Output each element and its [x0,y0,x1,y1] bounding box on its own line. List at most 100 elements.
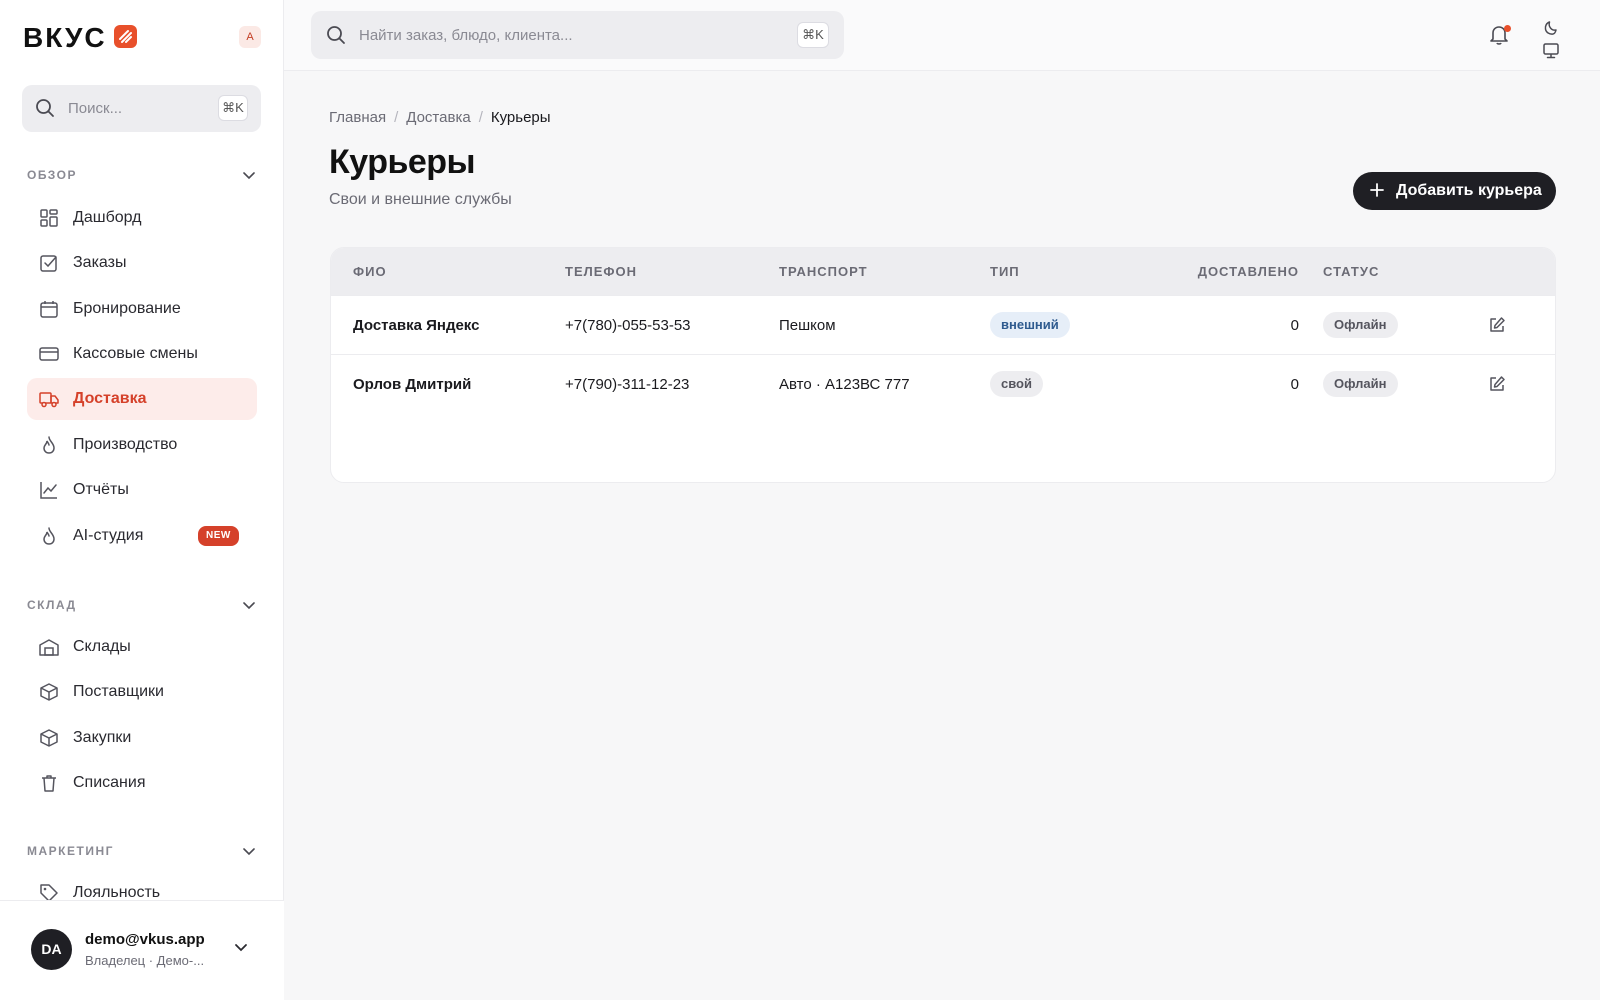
sidebar-item-label: Заказы [73,254,127,271]
sidebar-item-production[interactable]: Производство [27,424,257,466]
warehouse-icon [39,639,59,656]
avatar: DA [31,929,72,970]
section-header-overview[interactable]: ОБЗОР [27,165,257,185]
logo-text: ВКУС [23,22,107,53]
breadcrumb-current: Курьеры [490,109,551,126]
sidebar-item-label: Доставка [73,390,147,407]
sidebar-item-label: Кассовые смены [73,345,198,362]
courier-phone: +7(790)-311-12-23 [565,376,690,393]
box-icon [40,729,58,747]
courier-delivered: 0 [1290,376,1299,393]
status-badge: Офлайн [1323,371,1398,397]
global-search[interactable]: Найти заказ, блюдо, клиента... ⌘K [311,11,844,59]
courier-name: Доставка Яндекс [353,317,480,334]
breadcrumb-item[interactable]: Главная [329,109,386,126]
courier-transport: Авто · А123ВС 777 [779,376,910,393]
logo[interactable]: ВКУС A [23,20,263,53]
chart-icon [40,482,57,499]
add-courier-button[interactable]: Добавить курьера [1353,172,1556,210]
moon-icon[interactable] [1542,19,1560,37]
sidebar-item-delivery[interactable]: Доставка [27,378,257,420]
search-icon [327,26,345,44]
section-title: СКЛАД [27,598,77,612]
courier-transport: Пешком [779,317,836,334]
truck-icon [39,392,59,408]
sidebar-item-ai-studio[interactable]: AI-студия NEW [27,515,257,557]
sidebar-item-write-offs[interactable]: Списания [27,762,257,804]
edit-icon[interactable] [1488,375,1506,393]
user-email: demo@vkus.app [85,931,205,948]
trash-icon [42,775,56,792]
user-role: Владелец · Демо-... [85,953,205,968]
sidebar-item-cash-shifts[interactable]: Кассовые смены [27,333,257,375]
dashboard-icon [40,209,58,227]
sidebar-item-reports[interactable]: Отчёты [27,469,257,511]
sidebar-item-label: Лояльность [73,884,161,900]
shortcut-hint: ⌘K [797,22,829,48]
sidebar-item-label: Отчёты [73,481,129,498]
search-icon [36,99,54,117]
chevron-down-icon [243,602,255,610]
section-title: МАРКЕТИНГ [27,844,114,858]
user-menu[interactable]: DA demo@vkus.app Владелец · Демо-... [0,900,284,1000]
logo-mark-icon [114,25,137,48]
sidebar-item-label: Склады [73,638,131,655]
column-header-transport[interactable]: ТРАНСПОРТ [779,264,868,279]
table-row[interactable]: Орлов Дмитрий +7(790)-311-12-23 Авто · А… [331,354,1555,413]
notification-dot [1504,25,1511,32]
edit-icon[interactable] [1488,316,1506,334]
page-title: Курьеры [329,143,476,181]
add-courier-label: Добавить курьера [1396,182,1542,199]
page-subtitle: Свои и внешние службы [329,191,512,208]
table-header: ФИО ТЕЛЕФОН ТРАНСПОРТ ТИП ДОСТАВЛЕНО СТА… [331,248,1555,295]
sidebar-search-placeholder: Поиск... [68,100,123,117]
section-header-warehouse[interactable]: СКЛАД [27,595,257,615]
topbar: Найти заказ, блюдо, клиента... ⌘K [284,0,1600,71]
status-badge: Офлайн [1323,312,1398,338]
sidebar-item-booking[interactable]: Бронирование [27,288,257,330]
sidebar-item-label: Бронирование [73,300,181,317]
orders-icon [40,255,57,272]
column-header-status[interactable]: СТАТУС [1323,264,1379,279]
sidebar-item-orders[interactable]: Заказы [27,242,257,284]
courier-phone: +7(780)-055-53-53 [565,317,691,334]
card-icon [39,347,59,361]
couriers-table: ФИО ТЕЛЕФОН ТРАНСПОРТ ТИП ДОСТАВЛЕНО СТА… [330,247,1556,483]
sidebar-item-label: AI-студия [73,527,144,544]
column-header-phone[interactable]: ТЕЛЕФОН [565,264,637,279]
workspace-badge[interactable]: A [239,26,261,48]
courier-type-badge: свой [990,371,1043,397]
column-header-type[interactable]: ТИП [990,264,1020,279]
chevron-down-icon [243,848,255,856]
section-title: ОБЗОР [27,168,77,182]
plus-icon [1370,183,1384,197]
breadcrumb-separator: / [478,109,483,126]
courier-delivered: 0 [1290,317,1299,334]
column-header-name[interactable]: ФИО [353,264,387,279]
sidebar-item-dashboard[interactable]: Дашборд [27,197,257,239]
breadcrumb-separator: / [394,109,399,126]
sidebar-item-label: Дашборд [73,209,142,226]
global-search-placeholder: Найти заказ, блюдо, клиента... [359,27,573,44]
sidebar-item-purchases[interactable]: Закупки [27,717,257,759]
chevron-down-icon [235,944,247,952]
sidebar-item-warehouses[interactable]: Склады [27,626,257,668]
column-header-delivered[interactable]: ДОСТАВЛЕНО [1198,264,1299,279]
table-row[interactable]: Доставка Яндекс +7(780)-055-53-53 Пешком… [331,295,1555,354]
monitor-icon[interactable] [1542,42,1560,60]
sidebar-search[interactable]: Поиск... ⌘K [22,85,261,132]
breadcrumb-item[interactable]: Доставка [406,109,470,126]
box-icon [40,683,58,701]
sidebar-item-label: Списания [73,774,146,791]
sidebar-item-loyalty[interactable]: Лояльность [27,872,257,900]
sidebar-item-label: Закупки [73,729,132,746]
sidebar-item-label: Поставщики [73,683,164,700]
new-badge: NEW [198,526,239,546]
sidebar-item-suppliers[interactable]: Поставщики [27,671,257,713]
sidebar: ВКУС A Поиск... ⌘K ОБЗОР Дашборд Заказы … [0,0,284,1000]
courier-type-badge: внешний [990,312,1070,338]
sidebar-item-label: Производство [73,436,178,453]
chevron-down-icon [243,172,255,180]
flame-icon [43,436,55,454]
section-header-marketing[interactable]: МАРКЕТИНГ [27,841,257,861]
